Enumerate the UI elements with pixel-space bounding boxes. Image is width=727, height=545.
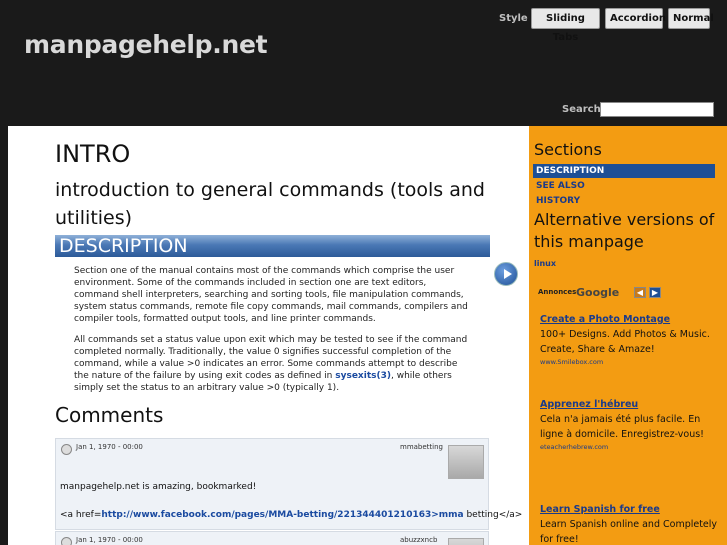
comment-link-line: <a href=http://www.facebook.com/pages/MM…: [60, 510, 522, 520]
ad-title[interactable]: Create a Photo Montage: [540, 313, 720, 327]
comment-item: Jan 1, 1970 - 00:00 mmabetting manpagehe…: [55, 438, 522, 530]
previous-ad-arrow-icon[interactable]: ◀: [634, 287, 646, 298]
ad-title[interactable]: Learn Spanish for free: [540, 503, 720, 517]
main-content: INTRO introduction to general commands (…: [8, 126, 529, 545]
ad-item: Create a Photo Montage 100+ Designs. Add…: [540, 313, 720, 367]
ad-item: Apprenez l'hébreu Cela n'a jamais été pl…: [540, 398, 720, 452]
sidebar-item-history[interactable]: HISTORY: [533, 194, 715, 208]
sidebar: Sections DESCRIPTION SEE ALSO HISTORY Al…: [529, 126, 727, 545]
normal-button[interactable]: Normal: [668, 8, 714, 29]
avatar: [448, 445, 484, 479]
description-paragraph-2: All commands set a status value upon exi…: [74, 334, 474, 394]
comment-link-suffix: betting</a>: [463, 510, 523, 520]
comment-link[interactable]: http://www.facebook.com/pages/MMA-bettin…: [101, 510, 463, 520]
next-ad-arrow-icon[interactable]: ▶: [649, 287, 661, 298]
description-paragraph-1: Section one of the manual contains most …: [74, 266, 468, 324]
ad-body: Cela n'a jamais été plus facile. En lign…: [540, 414, 704, 440]
ad-url[interactable]: eteacherhebrew.com: [540, 442, 720, 452]
clock-icon: [61, 537, 72, 545]
comment-text: manpagehelp.net is amazing, bookmarked!: [60, 482, 257, 492]
alternative-versions-title: Alternative versions of this manpage: [534, 210, 715, 251]
ad-body: Learn Spanish online and Completely for …: [540, 519, 718, 545]
page-subtitle: introduction to general commands (tools …: [55, 179, 485, 229]
ad-item: Learn Spanish for free Learn Spanish onl…: [540, 503, 720, 545]
comment-date: Jan 1, 1970 - 00:00: [76, 536, 143, 544]
sidebar-item-see-also[interactable]: SEE ALSO: [533, 179, 715, 193]
comments-heading: Comments: [55, 403, 164, 427]
play-icon[interactable]: [494, 262, 518, 286]
comment-date: Jan 1, 1970 - 00:00: [76, 443, 143, 451]
sidebar-item-description[interactable]: DESCRIPTION: [533, 164, 715, 178]
linux-version-link[interactable]: linux: [534, 259, 556, 268]
comment-author: abuzzxncb: [400, 536, 438, 544]
ad-body: 100+ Designs. Add Photos & Music. Create…: [540, 329, 710, 355]
header: manpagehelp.net Style Sliding Tabs Accor…: [0, 0, 727, 126]
site-title[interactable]: manpagehelp.net: [24, 30, 268, 59]
google-logo: Google: [576, 286, 620, 299]
clock-icon: [61, 444, 72, 455]
section-heading-description: DESCRIPTION: [55, 235, 490, 257]
ad-url[interactable]: www.Smilebox.com: [540, 357, 720, 367]
ads-label: Annonces: [538, 288, 577, 296]
page-title: INTRO: [55, 140, 131, 168]
search-label: Search: [562, 104, 601, 115]
search-input[interactable]: [600, 102, 714, 117]
sliding-tabs-button[interactable]: Sliding Tabs: [531, 8, 600, 43]
comment-author: mmabetting: [400, 443, 443, 451]
sysexits-link[interactable]: sysexits(3): [335, 371, 391, 381]
sections-title: Sections: [534, 140, 602, 159]
avatar: [448, 538, 484, 545]
comment-link-prefix: <a href=: [60, 510, 102, 520]
comment-item: Jan 1, 1970 - 00:00 abuzzxncb: [55, 531, 489, 545]
ad-title[interactable]: Apprenez l'hébreu: [540, 398, 720, 412]
accordion-button[interactable]: Accordion: [605, 8, 666, 29]
style-label: Style: [499, 13, 528, 24]
